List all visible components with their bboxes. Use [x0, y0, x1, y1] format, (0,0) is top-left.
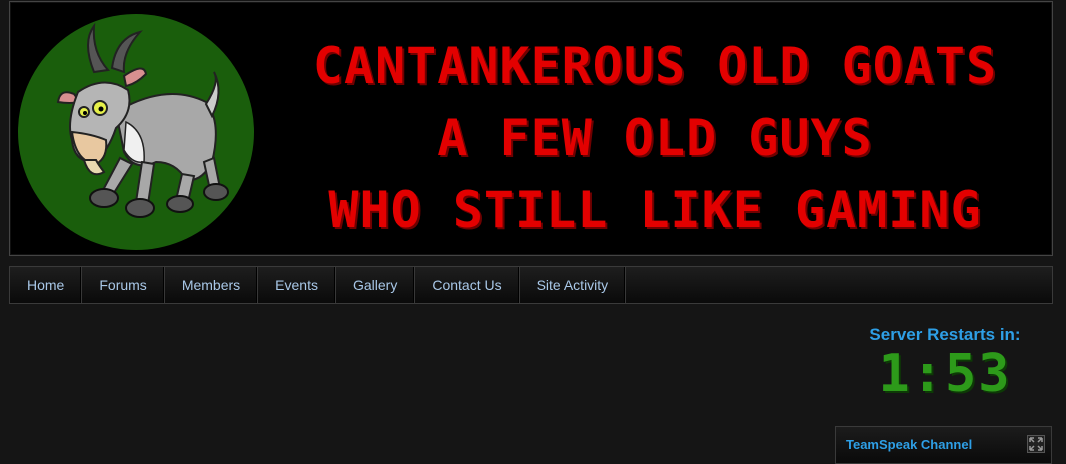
- site-banner[interactable]: CANTANKEROUS OLD GOATS A FEW OLD GUYS WH…: [9, 1, 1053, 256]
- server-restart-label: Server Restarts in:: [869, 325, 1021, 344]
- banner-text: CANTANKEROUS OLD GOATS A FEW OLD GUYS WH…: [260, 30, 1050, 246]
- main-nav: Home Forums Members Events Gallery Conta…: [9, 266, 1053, 304]
- nav-item-home[interactable]: Home: [10, 267, 83, 303]
- nav-item-events[interactable]: Events: [258, 267, 336, 303]
- banner-line-2: A FEW OLD GUYS: [437, 109, 873, 167]
- expand-icon[interactable]: [1027, 435, 1045, 453]
- nav-item-contact-us[interactable]: Contact Us: [415, 267, 520, 303]
- nav-item-members[interactable]: Members: [165, 267, 259, 303]
- server-restart-widget: Server Restarts in: 1:53: [840, 324, 1050, 402]
- server-restart-countdown: 1:53: [878, 344, 1012, 404]
- teamspeak-title: TeamSpeak Channel: [846, 437, 973, 452]
- nav-item-gallery[interactable]: Gallery: [336, 267, 416, 303]
- nav-item-forums[interactable]: Forums: [82, 267, 165, 303]
- nav-item-site-activity[interactable]: Site Activity: [520, 267, 627, 303]
- expand-arrows-icon: [1029, 437, 1043, 451]
- banner-line-1: CANTANKEROUS OLD GOATS: [312, 37, 998, 95]
- page: CANTANKEROUS OLD GOATS A FEW OLD GUYS WH…: [0, 0, 1066, 464]
- banner-line-3: WHO STILL LIKE GAMING: [328, 181, 982, 239]
- goat-logo-icon: [18, 14, 254, 250]
- teamspeak-panel: TeamSpeak Channel: [835, 426, 1052, 464]
